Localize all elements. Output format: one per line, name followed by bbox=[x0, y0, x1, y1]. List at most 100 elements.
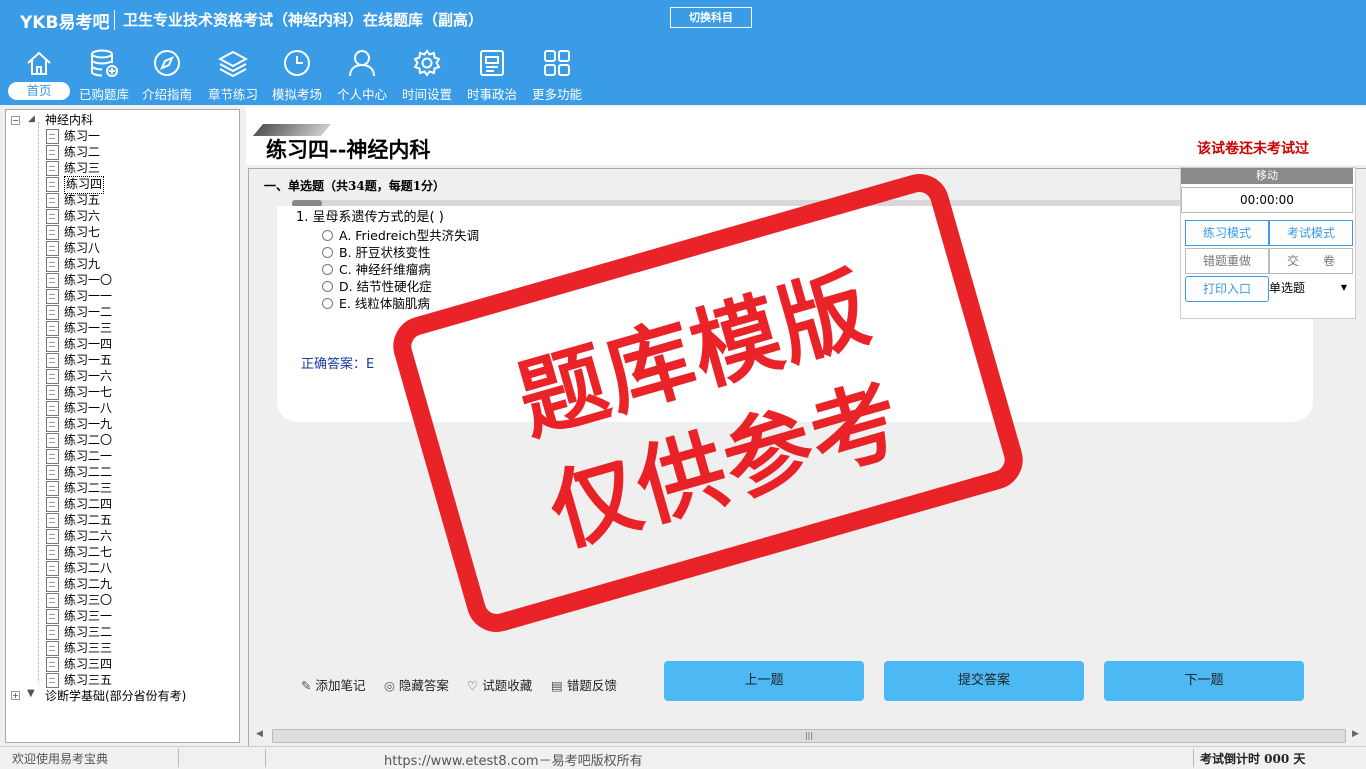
question-text: 1. 呈母系遗传方式的是( ) bbox=[296, 210, 444, 225]
document-icon bbox=[46, 577, 59, 592]
scrollbar-thumb[interactable]: ||| bbox=[272, 729, 1346, 743]
tree-item[interactable]: 练习一八 bbox=[64, 400, 112, 416]
tree-root[interactable]: 神经内科 bbox=[45, 112, 93, 128]
nav-guide[interactable]: 介绍指南 bbox=[136, 48, 198, 102]
exam-mode-button[interactable]: 考试模式 bbox=[1269, 220, 1353, 246]
tree-item[interactable]: 练习一六 bbox=[64, 368, 112, 384]
hide-answer-tool[interactable]: ◎ 隐藏答案 bbox=[384, 675, 449, 694]
tree-item[interactable]: 练习二 bbox=[64, 144, 100, 160]
tree-item[interactable]: 练习八 bbox=[64, 240, 100, 256]
tree-item[interactable]: 练习二四 bbox=[64, 496, 112, 512]
radio-icon[interactable] bbox=[322, 230, 333, 241]
submit-answer-button[interactable]: 提交答案 bbox=[884, 661, 1084, 701]
tree-item[interactable]: 练习一七 bbox=[64, 384, 112, 400]
nav-home[interactable]: 首页 bbox=[8, 48, 70, 102]
radio-icon[interactable] bbox=[322, 264, 333, 275]
tree-item[interactable]: 练习一 bbox=[64, 128, 100, 144]
tree-item[interactable]: 练习九 bbox=[64, 256, 100, 272]
tool-label: 添加笔记 bbox=[315, 678, 366, 693]
nav-profile[interactable]: 个人中心 bbox=[331, 48, 393, 102]
question-type-select[interactable]: 单选题 ▼ bbox=[1269, 276, 1351, 300]
nav-label: 已购题库 bbox=[78, 87, 129, 102]
tree-item[interactable]: 练习二六 bbox=[64, 528, 112, 544]
nav-mock-exam[interactable]: 模拟考场 bbox=[266, 48, 328, 102]
copyright-text: https://www.etest8.com－易考吧版权所有 bbox=[384, 754, 643, 769]
tool-label: 试题收藏 bbox=[482, 678, 533, 693]
nav-more[interactable]: 更多功能 bbox=[526, 48, 588, 102]
document-icon bbox=[46, 609, 59, 624]
tree-item[interactable]: 练习二〇 bbox=[64, 432, 112, 448]
tree-item[interactable]: 练习二一 bbox=[64, 448, 112, 464]
document-icon bbox=[46, 625, 59, 640]
tree-item[interactable]: 练习三一 bbox=[64, 608, 112, 624]
tree-item[interactable]: 练习一一 bbox=[64, 288, 112, 304]
tree-item[interactable]: 练习二七 bbox=[64, 544, 112, 560]
tree-item[interactable]: 练习一四 bbox=[64, 336, 112, 352]
tree-item[interactable]: 练习一〇 bbox=[64, 272, 112, 288]
option-e[interactable]: E. 线粒体脑肌病 bbox=[322, 293, 430, 312]
tool-label: 隐藏答案 bbox=[398, 678, 449, 693]
next-question-button[interactable]: 下一题 bbox=[1104, 661, 1304, 701]
add-note-tool[interactable]: ✎ 添加笔记 bbox=[301, 675, 366, 694]
scroll-left-icon[interactable]: ◀ bbox=[256, 729, 263, 739]
tree-node-collapsed[interactable]: 诊断学基础(部分省份有考) bbox=[45, 688, 186, 704]
tree-item[interactable]: 练习二八 bbox=[64, 560, 112, 576]
chapter-tree: − ◢ 神经内科 练习一 练习二 练习三 练习四 练习五 练习六 练习七 练习八 练习九 练习一〇… bbox=[5, 109, 240, 743]
tree-item[interactable]: 练习二九 bbox=[64, 576, 112, 592]
tree-item[interactable]: 练习七 bbox=[64, 224, 100, 240]
heart-icon: ♡ bbox=[467, 678, 479, 693]
radio-icon[interactable] bbox=[322, 247, 333, 258]
eye-icon: ◎ bbox=[384, 678, 395, 693]
nav-purchased[interactable]: 已购题库 bbox=[73, 48, 135, 102]
tool-label: 错题反馈 bbox=[566, 678, 617, 693]
document-icon bbox=[46, 241, 59, 256]
document-icon bbox=[46, 449, 59, 464]
tree-item[interactable]: 练习五 bbox=[64, 192, 100, 208]
tree-item[interactable]: 练习一二 bbox=[64, 304, 112, 320]
scroll-right-icon[interactable]: ▶ bbox=[1352, 729, 1359, 739]
tree-item[interactable]: 练习三四 bbox=[64, 656, 112, 672]
timer-display: 00:00:00 bbox=[1181, 187, 1353, 213]
layers-icon bbox=[218, 50, 248, 78]
tree-item[interactable]: 练习一三 bbox=[64, 320, 112, 336]
tree-item[interactable]: 练习三五 bbox=[64, 672, 112, 688]
option-label: E. 线粒体脑肌病 bbox=[339, 296, 430, 311]
radio-icon[interactable] bbox=[322, 298, 333, 309]
exam-status: 该试卷还未考试过 bbox=[1197, 141, 1309, 157]
prev-question-button[interactable]: 上一题 bbox=[664, 661, 864, 701]
nav-time-settings[interactable]: 时间设置 bbox=[396, 48, 458, 102]
submit-paper-button[interactable]: 交 卷 bbox=[1269, 248, 1353, 274]
document-icon bbox=[46, 289, 59, 304]
tree-item[interactable]: 练习三 bbox=[64, 160, 100, 176]
nav-chapter[interactable]: 章节练习 bbox=[202, 48, 264, 102]
gear-icon bbox=[413, 49, 441, 77]
print-button[interactable]: 打印入口 bbox=[1185, 276, 1269, 302]
favorite-tool[interactable]: ♡ 试题收藏 bbox=[467, 675, 532, 694]
tree-item[interactable]: 练习一九 bbox=[64, 416, 112, 432]
document-icon bbox=[46, 145, 59, 160]
tree-item[interactable]: 练习二三 bbox=[64, 480, 112, 496]
redo-wrong-button[interactable]: 错题重做 bbox=[1185, 248, 1269, 274]
tree-item[interactable]: 练习三二 bbox=[64, 624, 112, 640]
document-icon bbox=[46, 385, 59, 400]
switch-subject-button[interactable]: 切换科目 bbox=[670, 7, 752, 28]
document-icon bbox=[46, 193, 59, 208]
tree-item[interactable]: 练习三〇 bbox=[64, 592, 112, 608]
user-icon bbox=[349, 50, 375, 77]
document-icon bbox=[46, 305, 59, 320]
tree-item[interactable]: 练习二五 bbox=[64, 512, 112, 528]
document-icon bbox=[46, 401, 59, 416]
tree-item[interactable]: 练习三三 bbox=[64, 640, 112, 656]
tree-collapse-icon[interactable]: − bbox=[11, 116, 20, 125]
grid-icon bbox=[544, 50, 570, 76]
tree-item[interactable]: 练习二二 bbox=[64, 464, 112, 480]
tree-expand-icon[interactable]: + bbox=[11, 691, 20, 700]
feedback-tool[interactable]: ▤ 错题反馈 bbox=[551, 675, 617, 694]
radio-icon[interactable] bbox=[322, 281, 333, 292]
option-label: C. 神经纤维瘤病 bbox=[339, 262, 431, 277]
nav-current-affairs[interactable]: 时事政治 bbox=[461, 48, 523, 102]
move-handle[interactable]: 移动 bbox=[1181, 168, 1353, 184]
practice-mode-button[interactable]: 练习模式 bbox=[1185, 220, 1269, 246]
tree-item[interactable]: 练习六 bbox=[64, 208, 100, 224]
tree-item[interactable]: 练习一五 bbox=[64, 352, 112, 368]
